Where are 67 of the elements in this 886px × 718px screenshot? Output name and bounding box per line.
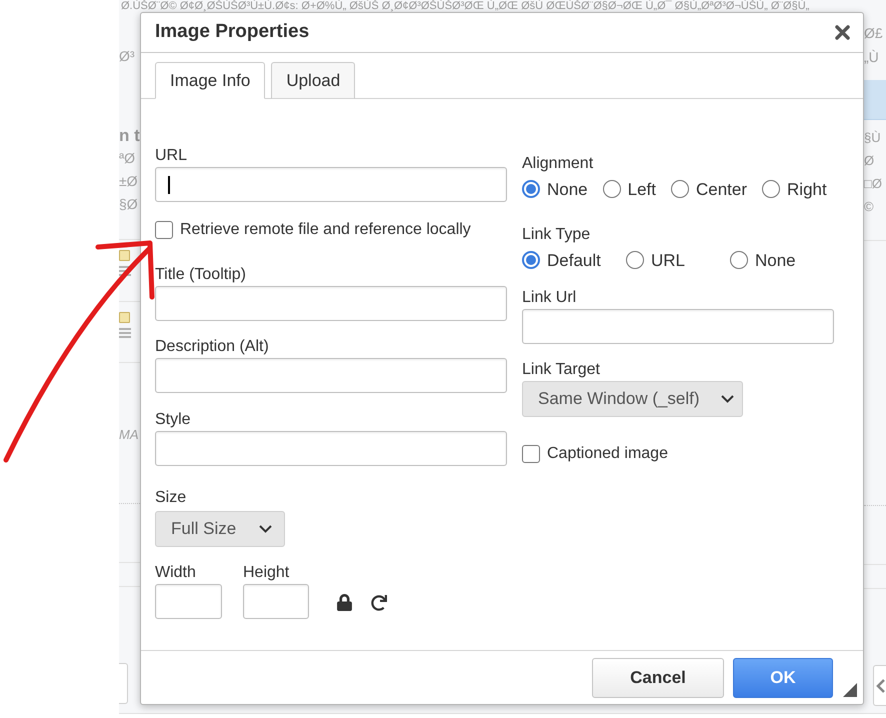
- radio-button[interactable]: [762, 180, 780, 198]
- dialog-button[interactable]: Cancel: [592, 658, 724, 698]
- chevron-down-icon: [721, 395, 734, 403]
- checkbox-label: Retrieve remote file and reference locally: [180, 220, 471, 240]
- background-text: ±Ø: [119, 172, 139, 191]
- text-lines-icon: [119, 328, 131, 338]
- height-field[interactable]: [243, 584, 309, 619]
- checkbox[interactable]: [155, 221, 173, 239]
- image-icon: [119, 312, 130, 323]
- field-label: Link Type: [522, 226, 590, 244]
- field-label: Link Url: [522, 289, 576, 307]
- chevron-left-icon: [876, 678, 885, 692]
- chevron-down-icon: [259, 525, 272, 533]
- refresh-icon[interactable]: [371, 594, 387, 610]
- radio-label: Left: [628, 180, 656, 200]
- resize-grip-icon[interactable]: [843, 683, 857, 697]
- background-text: „Ù: [864, 48, 880, 67]
- radio-label: None: [755, 251, 796, 271]
- width-field[interactable]: [155, 584, 222, 619]
- style-field[interactable]: [155, 431, 507, 466]
- background-text: Ø: [864, 152, 876, 170]
- field-label: Style: [155, 411, 191, 429]
- url-field[interactable]: [155, 167, 507, 202]
- background-text: ©: [864, 198, 875, 216]
- close-icon[interactable]: [835, 25, 850, 40]
- link-target-select[interactable]: Same Window (_self): [522, 381, 743, 417]
- title-field[interactable]: [155, 286, 507, 321]
- field-label: Description (Alt): [155, 338, 269, 356]
- radio-label: None: [547, 180, 588, 200]
- radio-button[interactable]: [730, 250, 748, 268]
- field-label: Title (Tooltip): [155, 266, 246, 284]
- background-text: ªØ: [119, 149, 136, 168]
- field-label: URL: [155, 147, 188, 165]
- scroll-left-button[interactable]: [873, 665, 886, 706]
- dialog-title: Image Properties: [155, 20, 310, 44]
- radio-button[interactable]: [602, 180, 621, 198]
- background-text: §Ù: [864, 129, 882, 147]
- text-lines-icon: [119, 266, 131, 276]
- radio-button[interactable]: [522, 180, 540, 198]
- tab[interactable]: Upload: [271, 62, 356, 99]
- lock-icon[interactable]: [337, 594, 352, 611]
- checkbox[interactable]: [522, 445, 540, 463]
- radio-label: Default: [547, 251, 601, 271]
- background-text: MA: [119, 426, 140, 444]
- image-icon: [119, 250, 130, 261]
- checkbox-label: Captioned image: [547, 444, 668, 464]
- radio-label: URL: [651, 251, 686, 271]
- background-text: □Ø: [864, 175, 883, 193]
- background-text: Ø£: [864, 24, 884, 43]
- field-label: Width: [155, 564, 196, 582]
- radio-button[interactable]: [626, 250, 644, 268]
- tab[interactable]: Image Info: [155, 62, 266, 99]
- link-url-field[interactable]: [522, 309, 834, 344]
- field-label: Size: [155, 489, 186, 507]
- radio-button[interactable]: [671, 180, 689, 198]
- radio-label: Center: [696, 180, 748, 200]
- radio-button[interactable]: [522, 250, 540, 268]
- description-field[interactable]: [155, 358, 507, 393]
- background-heading: n t: [119, 125, 140, 147]
- radio-label: Right: [787, 180, 827, 200]
- field-label: Alignment: [522, 155, 594, 173]
- field-label: Link Target: [522, 361, 600, 379]
- background-text: Ø³: [119, 47, 136, 66]
- size-select[interactable]: Full Size: [155, 511, 285, 547]
- highlighted-row: [864, 80, 886, 120]
- field-label: Height: [243, 564, 290, 582]
- background-text: §Ø: [119, 195, 139, 214]
